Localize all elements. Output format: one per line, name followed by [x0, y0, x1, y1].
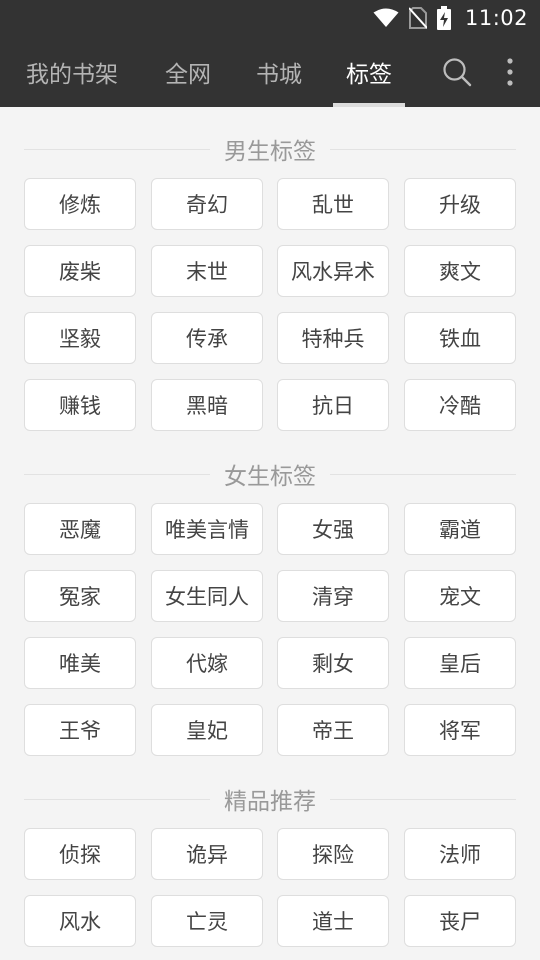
tag-item[interactable]: 丧尸 — [404, 895, 516, 947]
tag-item[interactable]: 将军 — [404, 704, 516, 756]
tab-all-web[interactable]: 全网 — [152, 36, 224, 107]
tag-item[interactable]: 探险 — [277, 828, 389, 880]
wifi-icon — [373, 8, 399, 28]
tag-item[interactable]: 王爷 — [24, 704, 136, 756]
tag-item[interactable]: 唯美言情 — [151, 503, 263, 555]
tag-item[interactable]: 清穿 — [277, 570, 389, 622]
more-vert-icon[interactable] — [496, 36, 524, 107]
tag-item[interactable]: 道士 — [277, 895, 389, 947]
tag-item[interactable]: 皇妃 — [151, 704, 263, 756]
tab-label: 全网 — [165, 61, 211, 88]
tag-item[interactable]: 黑暗 — [151, 379, 263, 431]
section-title: 男生标签 — [210, 132, 330, 166]
tag-item[interactable]: 铁血 — [404, 312, 516, 364]
tab-my-bookshelf[interactable]: 我的书架 — [16, 36, 128, 107]
tag-item[interactable]: 诡异 — [151, 828, 263, 880]
tag-item[interactable]: 特种兵 — [277, 312, 389, 364]
tag-item[interactable]: 唯美 — [24, 637, 136, 689]
tag-item[interactable]: 传承 — [151, 312, 263, 364]
tab-tags[interactable]: 标签 — [333, 36, 405, 107]
section-header-female: 女生标签 — [24, 454, 516, 494]
section-title: 女生标签 — [210, 457, 330, 491]
tag-item[interactable]: 赚钱 — [24, 379, 136, 431]
tag-item[interactable]: 法师 — [404, 828, 516, 880]
tag-item[interactable]: 废柴 — [24, 245, 136, 297]
tag-item[interactable]: 皇后 — [404, 637, 516, 689]
tag-item[interactable]: 代嫁 — [151, 637, 263, 689]
tag-item[interactable]: 恶魔 — [24, 503, 136, 555]
tag-item[interactable]: 女生同人 — [151, 570, 263, 622]
tags-content[interactable]: 男生标签 修炼 奇幻 乱世 升级 废柴 末世 风水异术 爽文 坚毅 传承 特种兵… — [0, 107, 540, 960]
section-title: 精品推荐 — [210, 782, 330, 816]
tab-bookstore[interactable]: 书城 — [243, 36, 315, 107]
tag-item[interactable]: 剩女 — [277, 637, 389, 689]
tab-label: 书城 — [256, 61, 302, 88]
tag-item[interactable]: 奇幻 — [151, 178, 263, 230]
status-bar: 11:02 — [0, 0, 540, 36]
tag-item[interactable]: 修炼 — [24, 178, 136, 230]
tab-label: 我的书架 — [26, 61, 118, 88]
tag-item[interactable]: 风水 — [24, 895, 136, 947]
tag-item[interactable]: 帝王 — [277, 704, 389, 756]
search-icon[interactable] — [437, 36, 477, 107]
tag-item[interactable]: 宠文 — [404, 570, 516, 622]
tag-item[interactable]: 风水异术 — [277, 245, 389, 297]
tag-item[interactable]: 末世 — [151, 245, 263, 297]
tag-item[interactable]: 坚毅 — [24, 312, 136, 364]
tag-item[interactable]: 冷酷 — [404, 379, 516, 431]
tag-item[interactable]: 抗日 — [277, 379, 389, 431]
tag-item[interactable]: 霸道 — [404, 503, 516, 555]
battery-charging-icon — [436, 6, 451, 30]
status-time: 11:02 — [464, 6, 528, 30]
tag-item[interactable]: 爽文 — [404, 245, 516, 297]
no-sim-icon — [408, 7, 427, 29]
tag-item[interactable]: 侦探 — [24, 828, 136, 880]
section-header-featured: 精品推荐 — [24, 779, 516, 819]
tag-item[interactable]: 女强 — [277, 503, 389, 555]
tab-label: 标签 — [346, 61, 392, 88]
tag-item[interactable]: 升级 — [404, 178, 516, 230]
tag-item[interactable]: 亡灵 — [151, 895, 263, 947]
top-toolbar: 我的书架 全网 书城 标签 — [0, 36, 540, 107]
section-header-male: 男生标签 — [24, 129, 516, 169]
tag-item[interactable]: 冤家 — [24, 570, 136, 622]
tag-item[interactable]: 乱世 — [277, 178, 389, 230]
